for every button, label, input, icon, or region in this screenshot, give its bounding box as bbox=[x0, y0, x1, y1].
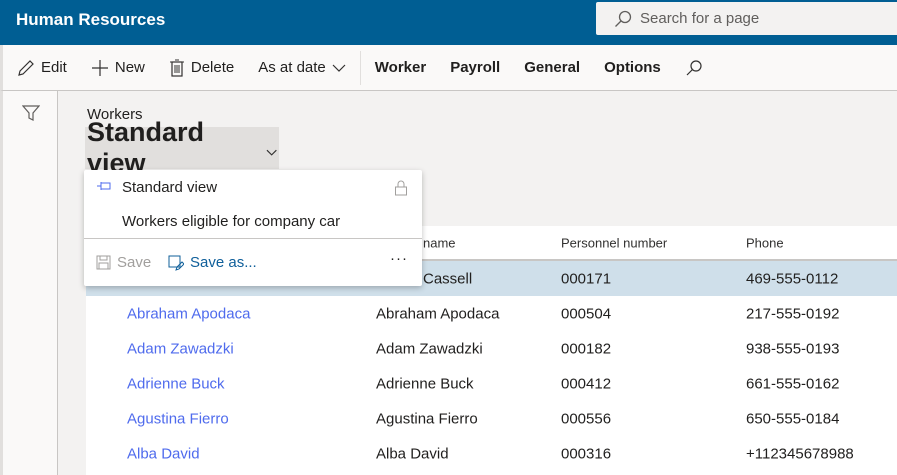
chevron-down-icon bbox=[332, 64, 346, 72]
tab-payroll[interactable]: Payroll bbox=[450, 59, 500, 76]
phone-number: 661-555-0162 bbox=[746, 375, 840, 392]
worker-link[interactable]: Adrienne Buck bbox=[127, 375, 225, 392]
as-at-date-button[interactable]: As at date bbox=[258, 59, 346, 76]
filter-icon[interactable] bbox=[22, 104, 40, 122]
pin-icon bbox=[97, 182, 111, 190]
delete-label: Delete bbox=[190, 59, 235, 76]
personnel-number: 000556 bbox=[561, 410, 612, 427]
app-title: Human Resources bbox=[16, 10, 166, 29]
tab-worker[interactable]: Worker bbox=[375, 59, 426, 76]
worker-link[interactable]: Alba David bbox=[127, 445, 200, 462]
plus-icon bbox=[91, 59, 108, 76]
personnel-number: 000504 bbox=[561, 305, 612, 322]
new-button[interactable]: New bbox=[91, 59, 145, 77]
tab-general[interactable]: General bbox=[524, 59, 580, 76]
new-label: New bbox=[114, 59, 145, 76]
personnel-number: 000182 bbox=[561, 340, 612, 357]
personnel-number: 000316 bbox=[561, 445, 612, 462]
save-icon bbox=[96, 255, 111, 270]
worker-link[interactable]: Agustina Fierro bbox=[127, 410, 229, 427]
edit-label: Edit bbox=[41, 59, 67, 76]
delete-button[interactable]: Delete bbox=[169, 59, 234, 77]
save-label: Save bbox=[117, 254, 152, 271]
header-name[interactable]: name bbox=[423, 235, 456, 250]
phone-number: 938-555-0193 bbox=[746, 340, 840, 357]
more-options-button[interactable]: ··· bbox=[390, 250, 408, 267]
worker-full-name: Agustina Fierro bbox=[376, 410, 478, 427]
toolbar-divider bbox=[359, 50, 361, 85]
tab-options[interactable]: Options bbox=[604, 59, 661, 76]
view-selector[interactable]: Standard view bbox=[85, 117, 279, 178]
pencil-icon bbox=[18, 59, 34, 76]
table-row[interactable]: Agustina Fierro Agustina Fierro 000556 650-… bbox=[86, 401, 897, 436]
header-phone[interactable]: Phone bbox=[746, 235, 784, 250]
as-at-date-label: As at date bbox=[258, 59, 326, 76]
table-row[interactable]: Abraham Apodaca Abraham Apodaca 000504 217-… bbox=[86, 296, 897, 331]
action-search-button[interactable] bbox=[685, 59, 703, 77]
personnel-number: 000171 bbox=[561, 270, 612, 287]
search-input[interactable]: Search for a page bbox=[596, 2, 897, 35]
search-icon bbox=[686, 59, 702, 75]
table-row[interactable]: Alba David Alba David 000316 +112345678988 bbox=[86, 436, 897, 471]
table-row[interactable]: Adam Zawadzki Adam Zawadzki 000182 938-555-… bbox=[86, 331, 897, 366]
phone-number: +112345678988 bbox=[746, 445, 854, 462]
save-as-icon bbox=[168, 255, 184, 271]
header-personnel-number[interactable]: Personnel number bbox=[561, 235, 667, 250]
phone-number: 217-555-0192 bbox=[746, 305, 840, 322]
worker-full-name: Adam Zawadzki bbox=[376, 340, 483, 357]
top-bar: Human Resources Search for a page bbox=[0, 0, 897, 45]
phone-number: 650-555-0184 bbox=[746, 410, 840, 427]
view-item-standard[interactable]: Standard view bbox=[122, 179, 217, 196]
worker-full-name: Adrienne Buck bbox=[376, 375, 474, 392]
save-as-button[interactable]: Save as... bbox=[168, 254, 257, 271]
save-as-label: Save as... bbox=[190, 254, 257, 271]
trash-icon bbox=[169, 59, 184, 77]
phone-number: 469-555-0112 bbox=[746, 270, 839, 287]
lock-icon bbox=[395, 180, 407, 196]
view-menu: Standard view Workers eligible for compa… bbox=[84, 170, 422, 286]
menu-divider bbox=[84, 238, 422, 239]
worker-full-name: Alba David bbox=[376, 445, 449, 462]
edit-button[interactable]: Edit bbox=[17, 59, 67, 77]
action-pane: Edit New Delete As at date Worker Payrol… bbox=[0, 45, 897, 91]
filter-rail bbox=[0, 91, 58, 475]
worker-link[interactable]: Adam Zawadzki bbox=[127, 340, 234, 357]
worker-full-name: Abraham Apodaca bbox=[376, 305, 500, 322]
chevron-down-icon bbox=[266, 149, 277, 156]
search-icon bbox=[615, 10, 632, 27]
table-row[interactable]: Adrienne Buck Adrienne Buck 000412 661-555-… bbox=[86, 366, 897, 401]
search-placeholder: Search for a page bbox=[640, 10, 760, 27]
worker-full-name: Cassell bbox=[423, 270, 473, 287]
personnel-number: 000412 bbox=[561, 375, 612, 392]
save-button[interactable]: Save bbox=[96, 254, 151, 271]
worker-link[interactable]: Abraham Apodaca bbox=[127, 305, 250, 322]
view-item-company-car[interactable]: Workers eligible for company car bbox=[122, 213, 340, 230]
